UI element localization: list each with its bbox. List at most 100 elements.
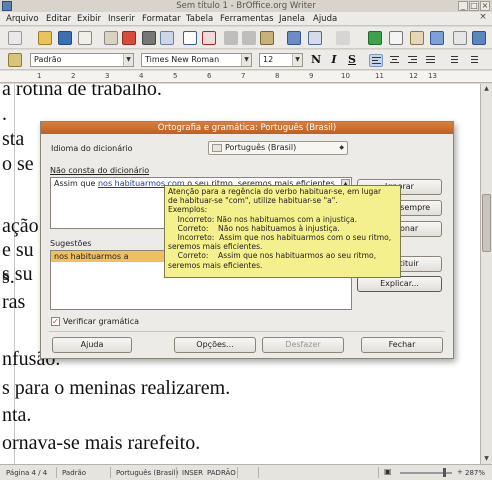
menu-formatar[interactable]: Formatar xyxy=(142,14,181,24)
menu-editar[interactable]: Editar xyxy=(46,14,71,24)
doc-line: o se xyxy=(2,153,34,175)
navigator-icon[interactable] xyxy=(453,31,467,45)
close-button[interactable]: Fechar xyxy=(361,337,443,353)
ruler-number: 4 xyxy=(139,72,144,80)
paste-icon[interactable] xyxy=(260,31,274,45)
save-icon[interactable] xyxy=(58,31,72,45)
menu-inserir[interactable]: Inserir xyxy=(108,14,135,24)
ruler-number: 3 xyxy=(105,72,110,80)
doc-line: nta. xyxy=(2,404,32,426)
selection-mode[interactable]: PADRÃO xyxy=(207,469,236,477)
spelling-grammar-icon[interactable] xyxy=(183,31,197,45)
layout-view-icon[interactable]: ▣ xyxy=(384,467,392,476)
minimize-button[interactable]: _ xyxy=(458,1,468,11)
cut-icon[interactable] xyxy=(224,31,238,45)
email-icon[interactable] xyxy=(78,31,92,45)
scroll-down-icon[interactable]: ▼ xyxy=(481,454,492,464)
italic-button[interactable]: I xyxy=(327,53,341,67)
bullets-icon[interactable] xyxy=(466,54,480,67)
scroll-up-icon[interactable]: ▲ xyxy=(481,84,492,94)
page-indicator[interactable]: Página 4 / 4 xyxy=(6,469,47,477)
status-bar: Página 4 / 4 Padrão Português (Brasil) I… xyxy=(0,464,492,480)
redo-icon[interactable] xyxy=(336,31,350,45)
edit-file-icon[interactable] xyxy=(104,31,118,45)
divider xyxy=(49,331,445,332)
font-name-select[interactable]: Times New Roman ▼ xyxy=(141,53,252,67)
align-left-icon[interactable] xyxy=(369,54,383,67)
styles-formatting-icon[interactable] xyxy=(8,53,22,67)
insert-mode[interactable]: INSER xyxy=(182,469,203,477)
dialog-title[interactable]: Ortografia e gramática: Português (Brasi… xyxy=(41,122,453,134)
chevron-down-icon[interactable]: ▼ xyxy=(292,54,302,66)
doc-line: ornava-se mais rarefeito. xyxy=(2,432,201,454)
status-language[interactable]: Português (Brasil) xyxy=(116,469,178,477)
find-replace-icon[interactable] xyxy=(430,31,444,45)
hyperlink-icon[interactable] xyxy=(368,31,382,45)
doc-line: s. xyxy=(2,266,15,288)
copy-icon[interactable] xyxy=(242,31,256,45)
standard-toolbar xyxy=(0,27,492,49)
menu-ajuda[interactable]: Ajuda xyxy=(313,14,337,24)
maximize-button[interactable]: □ xyxy=(469,1,479,11)
chevron-down-icon[interactable]: ▼ xyxy=(123,54,133,66)
export-pdf-icon[interactable] xyxy=(122,31,136,45)
font-name-value: Times New Roman xyxy=(145,55,220,64)
help-button[interactable]: Ajuda xyxy=(52,337,132,353)
close-window-button[interactable]: × xyxy=(480,1,490,11)
formatting-toolbar: Padrão ▼ Times New Roman ▼ 12 ▼ N I S xyxy=(0,50,492,70)
horizontal-ruler[interactable]: 1 2 3 4 5 6 7 8 9 10 11 12 13 xyxy=(0,71,492,83)
dictionary-language-select[interactable]: Português (Brasil) ◆ xyxy=(208,141,348,155)
paragraph-style-select[interactable]: Padrão ▼ xyxy=(30,53,134,67)
title-bar: Sem título 1 - BrOffice.org Writer _ □ × xyxy=(0,0,492,12)
chevron-down-icon[interactable]: ▼ xyxy=(241,54,251,66)
options-button[interactable]: Opções... xyxy=(174,337,256,353)
zoom-plus-icon[interactable]: + xyxy=(457,468,463,476)
zoom-level[interactable]: 287% xyxy=(465,469,485,477)
menu-janela[interactable]: Janela xyxy=(279,14,305,24)
ruler-number: 9 xyxy=(309,72,314,80)
explain-button[interactable]: Explicar... xyxy=(357,276,442,292)
ruler-number: 13 xyxy=(428,72,437,80)
align-center-icon[interactable] xyxy=(388,54,402,67)
numbering-icon[interactable] xyxy=(446,54,460,67)
scrollbar-thumb[interactable] xyxy=(482,194,491,252)
divider xyxy=(56,467,57,478)
doc-line: e su xyxy=(2,239,34,261)
undo-icon[interactable] xyxy=(308,31,322,45)
not-in-dictionary-label: Não consta do dicionário xyxy=(50,166,150,175)
show-draw-functions-icon[interactable] xyxy=(410,31,424,45)
close-document-button[interactable]: × xyxy=(478,13,488,23)
new-document-icon[interactable] xyxy=(8,31,22,45)
clone-formatting-icon[interactable] xyxy=(287,31,301,45)
undo-button[interactable]: Desfazer xyxy=(262,337,344,353)
menu-bar: Arquivo Editar Exibir Inserir Formatar T… xyxy=(0,12,492,26)
page-style[interactable]: Padrão xyxy=(62,469,86,477)
window-title: Sem título 1 - BrOffice.org Writer xyxy=(176,1,316,11)
menu-ferramentas[interactable]: Ferramentas xyxy=(220,14,274,24)
grammar-explanation-tooltip: Atenção para a regência do verbo habitua… xyxy=(164,185,401,278)
font-size-value: 12 xyxy=(263,55,274,64)
doc-line: . xyxy=(2,103,7,125)
vertical-scrollbar[interactable]: ▲ ▼ xyxy=(480,84,492,464)
menu-arquivo[interactable]: Arquivo xyxy=(6,14,39,24)
align-right-icon[interactable] xyxy=(406,54,420,67)
font-size-select[interactable]: 12 ▼ xyxy=(259,53,303,67)
menu-exibir[interactable]: Exibir xyxy=(77,14,101,24)
table-icon[interactable] xyxy=(389,31,403,45)
flag-icon xyxy=(212,144,222,152)
check-grammar-checkbox[interactable]: ✓ xyxy=(51,317,60,326)
print-icon[interactable] xyxy=(142,31,156,45)
ruler-number: 2 xyxy=(71,72,76,80)
doc-line: ras xyxy=(2,291,26,313)
bold-button[interactable]: N xyxy=(309,53,323,67)
ruler-number: 11 xyxy=(375,72,384,80)
page-preview-icon[interactable] xyxy=(160,31,174,45)
suggestions-label: Sugestões xyxy=(50,239,92,248)
menu-tabela[interactable]: Tabela xyxy=(186,14,213,24)
auto-spellcheck-icon[interactable] xyxy=(202,31,216,45)
help-icon[interactable] xyxy=(472,31,486,45)
justify-icon[interactable] xyxy=(424,54,438,67)
zoom-slider-knob[interactable] xyxy=(443,468,446,477)
underline-button[interactable]: S xyxy=(345,53,359,67)
open-folder-icon[interactable] xyxy=(38,31,52,45)
